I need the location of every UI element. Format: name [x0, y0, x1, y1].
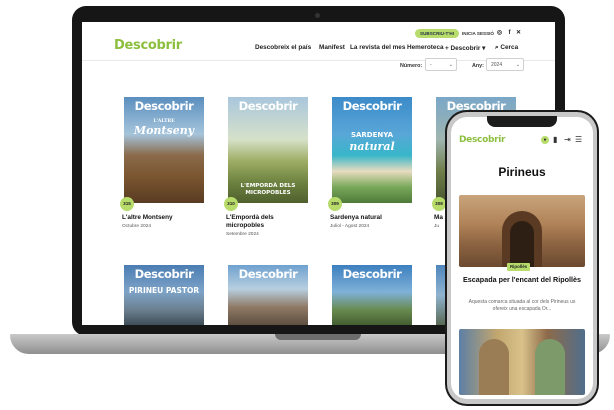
login-icon[interactable]: ⇥ [564, 136, 571, 144]
phone-site-logo[interactable]: Descobrir [459, 135, 505, 145]
article-tag[interactable]: Ripollès [507, 263, 531, 271]
cover-masthead: Descobrir [238, 267, 298, 281]
magazine-title[interactable]: Sardenya natural [330, 214, 416, 222]
arch-shape [479, 339, 509, 395]
magazine-cover[interactable]: Descobrir SARDENYA natural [332, 97, 412, 203]
year-select-value: 2024 [491, 62, 503, 68]
chevron-down-icon: ▾ [480, 45, 486, 52]
cover-headline: PIRINEU PASTOR [128, 286, 200, 295]
year-filter-label: Any: [472, 63, 484, 69]
cover-masthead: Descobrir [342, 267, 402, 281]
site-logo[interactable]: Descobrir [114, 38, 182, 53]
year-select[interactable]: 2024 ⌄ [486, 58, 524, 71]
chevron-down-icon: ⌄ [448, 62, 453, 68]
magazine-cover[interactable]: Descobrir [332, 265, 412, 325]
magazine-cover[interactable]: Descobrir PIRINEU PASTOR [124, 265, 204, 325]
chevron-down-icon: ⌄ [515, 62, 520, 68]
nav-search[interactable]: ⌕ Cerca [495, 44, 518, 52]
nav-hemeroteca[interactable]: Hemeroteca [407, 44, 444, 51]
site-header: Descobrir SUBSCRIU-T'HI INICIA SESSIÓ ◎ … [82, 22, 555, 61]
magazine-cover[interactable]: Descobrir L'EMPORDÀ DELS MICROPOBLES [228, 97, 308, 203]
church-door-shape [510, 221, 534, 267]
nav-mes-descobrir-label: + Descobrir [445, 45, 481, 52]
magazine-date: Setembre 2024 [226, 232, 259, 237]
nav-manifest[interactable]: Manifest [319, 44, 345, 51]
cover-headline: Montseny [133, 124, 195, 137]
cover-masthead: Descobrir [342, 99, 402, 113]
bookmark-icon[interactable]: ▮ [553, 136, 557, 144]
article-image[interactable] [459, 195, 585, 267]
magazine-date: Juliol - Agost 2024 [330, 224, 370, 229]
nav-search-label: Cerca [500, 44, 519, 51]
nav-revista-del-mes[interactable]: La revista del mes [350, 44, 405, 51]
cover-headline: natural [349, 140, 395, 153]
number-filter-label: Número: [400, 63, 423, 69]
cover-masthead: Descobrir [238, 99, 298, 113]
facebook-icon[interactable]: f [506, 30, 513, 37]
magazine-title[interactable]: L'Empordà dels micropobles [226, 214, 312, 229]
number-select[interactable]: - ⌄ [425, 58, 457, 71]
magazine-cover[interactable]: Descobrir [228, 265, 308, 325]
issue-badge: 309 [328, 197, 342, 211]
cover-kicker: SARDENYA [350, 131, 394, 139]
phone-screen: Descobrir ● ▮ ⇥ ☰ Pirineus Ripollès Esca… [451, 117, 593, 399]
nav-descobreix-el-pais[interactable]: Descobreix el país [255, 44, 311, 51]
arch-shape [535, 339, 565, 395]
phone-page-heading: Pirineus [498, 165, 546, 179]
login-link[interactable]: INICIA SESSIÓ [462, 31, 494, 36]
phone-notch [487, 116, 557, 127]
article-description: Aquesta comarca situada al cor dels Piri… [468, 299, 576, 312]
menu-icon[interactable]: ☰ [575, 136, 582, 144]
issue-badge: 310 [224, 197, 238, 211]
cover-headline: L'EMPORDÀ DELS MICROPOBLES [240, 183, 296, 196]
issue-badge: 308 [432, 197, 446, 211]
subscribe-button[interactable]: SUBSCRIU-T'HI [415, 29, 460, 38]
magazine-cover[interactable]: Descobrir L'ALTRE Montseny [124, 97, 204, 203]
cover-masthead: Descobrir [134, 267, 194, 281]
article-image[interactable] [459, 329, 585, 395]
laptop-hinge-notch [275, 334, 361, 340]
magazine-date: Octubre 2024 [122, 224, 152, 229]
cover-masthead: Descobrir [134, 99, 194, 113]
issue-badge: 315 [120, 197, 134, 211]
magazine-title[interactable]: L'altre Montseny [122, 214, 208, 222]
article-title[interactable]: Escapada per l'encant del Ripollès [459, 275, 585, 284]
laptop-camera [315, 13, 320, 18]
number-select-value: - [430, 62, 432, 68]
x-icon[interactable]: ✕ [515, 30, 522, 37]
instagram-icon[interactable]: ◎ [496, 30, 503, 37]
nav-mes-descobrir[interactable]: + Descobrir ▾ [445, 44, 485, 52]
user-icon[interactable]: ● [541, 136, 549, 144]
